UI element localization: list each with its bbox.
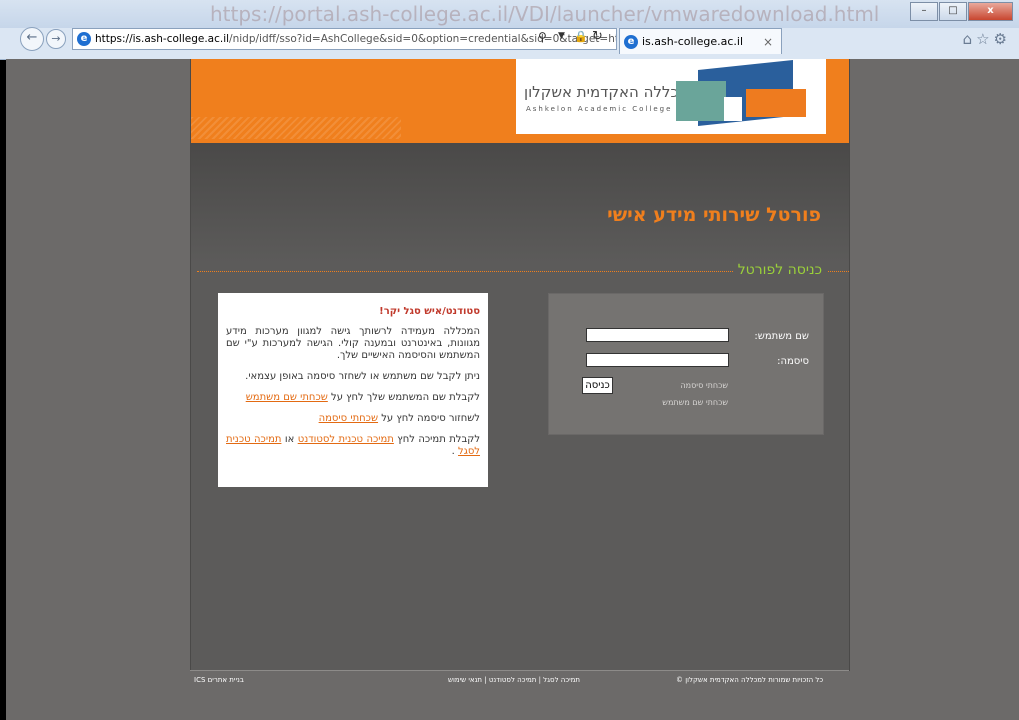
star-icon[interactable]: ☆ bbox=[976, 30, 993, 48]
title-bar: https://portal.ash-college.ac.il/VDI/lau… bbox=[0, 0, 1019, 28]
info-paragraph: ניתן לקבל שם משתמש או לשחזר סיסמה באופן … bbox=[245, 371, 480, 382]
username-input[interactable] bbox=[586, 328, 729, 342]
lock-icon: 🔒 bbox=[574, 30, 588, 43]
info-title: סטודנט/איש סגל יקר! bbox=[379, 306, 480, 317]
header-stripe bbox=[191, 117, 401, 139]
info-panel: סטודנט/איש סגל יקר! המכללה מעמידה לרשותך… bbox=[218, 293, 488, 487]
login-form: שם משתמש: סיסמה: כניסה שכחתי סיסמה שכחתי… bbox=[548, 293, 824, 435]
info-paragraph: המכללה מעמידה לרשותך גישה למגוון מערכות … bbox=[226, 326, 480, 361]
login-button[interactable]: כניסה bbox=[582, 377, 613, 394]
gear-icon[interactable]: ⚙ bbox=[994, 30, 1011, 48]
tab-title: is.ash-college.ac.il bbox=[642, 35, 743, 48]
password-label: סיסמה: bbox=[777, 356, 809, 367]
toolbar-icons: ⌂☆⚙ bbox=[963, 30, 1011, 48]
header-banner: המכללה האקדמית אשקלון Ashkelon Academic … bbox=[191, 59, 849, 143]
portal-page: המכללה האקדמית אשקלון Ashkelon Academic … bbox=[190, 59, 850, 671]
address-tools bbox=[612, 0, 687, 20]
password-input[interactable] bbox=[586, 353, 729, 367]
footer-copyright: כל הזכויות שמורות למכללה האקדמית אשקלון … bbox=[676, 676, 824, 684]
info-paragraph: לשחזור סיסמה לחץ על שכחתי סיסמה bbox=[226, 413, 480, 425]
close-button[interactable]: x bbox=[968, 2, 1013, 21]
search-icon[interactable]: ⚲ bbox=[538, 30, 547, 44]
forgot-password-link[interactable]: שכחתי סיסמה bbox=[680, 381, 728, 390]
back-arrow-icon[interactable]: ← bbox=[20, 27, 44, 51]
browser-tab[interactable]: e is.ash-college.ac.il × bbox=[619, 28, 782, 54]
address-bar[interactable]: e https://is.ash-college.ac.il/nidp/idff… bbox=[72, 28, 617, 50]
ie-icon: e bbox=[77, 32, 91, 46]
background-window-url: https://portal.ash-college.ac.il/VDI/lau… bbox=[210, 2, 880, 26]
page-viewport: המכללה האקדמית אשקלון Ashkelon Academic … bbox=[6, 59, 1019, 720]
logo-hebrew: המכללה האקדמית אשקלון bbox=[524, 83, 699, 101]
refresh-icon[interactable]: ↻ bbox=[592, 29, 603, 44]
footer-credit[interactable]: בניית אתרים ICS bbox=[194, 676, 244, 684]
home-icon[interactable]: ⌂ bbox=[963, 30, 977, 48]
student-support-link[interactable]: תמיכה טכנית לסטודנט bbox=[298, 434, 394, 445]
info-paragraph: לקבלת שם המשתמש שלך לחץ על שכחתי שם משתמ… bbox=[226, 392, 480, 404]
username-label: שם משתמש: bbox=[754, 331, 809, 342]
info-text: לקבלת תמיכה לחץ bbox=[393, 434, 481, 445]
info-text: לקבלת שם המשתמש שלך לחץ על bbox=[327, 392, 480, 403]
forgot-username-link[interactable]: שכחתי שם משתמש bbox=[662, 398, 728, 407]
forward-arrow-icon[interactable]: → bbox=[46, 29, 66, 49]
logo-english: Ashkelon Academic College bbox=[526, 105, 673, 113]
info-paragraph: לקבלת תמיכה לחץ תמיכה טכנית לסטודנט או ת… bbox=[226, 434, 480, 458]
ie-icon: e bbox=[624, 35, 638, 49]
logo-shape bbox=[676, 81, 726, 121]
logo-shape bbox=[746, 89, 806, 117]
logo-shape bbox=[724, 97, 742, 121]
forgot-password-link[interactable]: שכחתי סיסמה bbox=[319, 413, 378, 424]
footer-divider bbox=[190, 670, 849, 671]
login-heading: כניסה לפורטל bbox=[732, 262, 827, 278]
url-host: https://is.ash-college.ac.il bbox=[95, 33, 230, 45]
maximize-button[interactable]: □ bbox=[939, 2, 967, 21]
header-gradient bbox=[191, 143, 849, 263]
forgot-username-link[interactable]: שכחתי שם משתמש bbox=[246, 392, 328, 403]
window-controls: – □ x bbox=[909, 2, 1013, 21]
info-text: או bbox=[281, 434, 298, 445]
footer-links[interactable]: תמיכה לסגל | תמיכה לסטודנט | תנאי שימוש bbox=[448, 676, 580, 684]
minimize-button[interactable]: – bbox=[910, 2, 938, 21]
college-logo[interactable]: המכללה האקדמית אשקלון Ashkelon Academic … bbox=[516, 59, 826, 134]
tab-close-icon[interactable]: × bbox=[763, 29, 773, 55]
dropdown-icon[interactable]: ▼ bbox=[558, 31, 565, 41]
browser-chrome: https://portal.ash-college.ac.il/VDI/lau… bbox=[0, 0, 1019, 60]
page-title: פורטל שירותי מידע אישי bbox=[607, 204, 821, 226]
info-text: לשחזור סיסמה לחץ על bbox=[378, 413, 480, 424]
